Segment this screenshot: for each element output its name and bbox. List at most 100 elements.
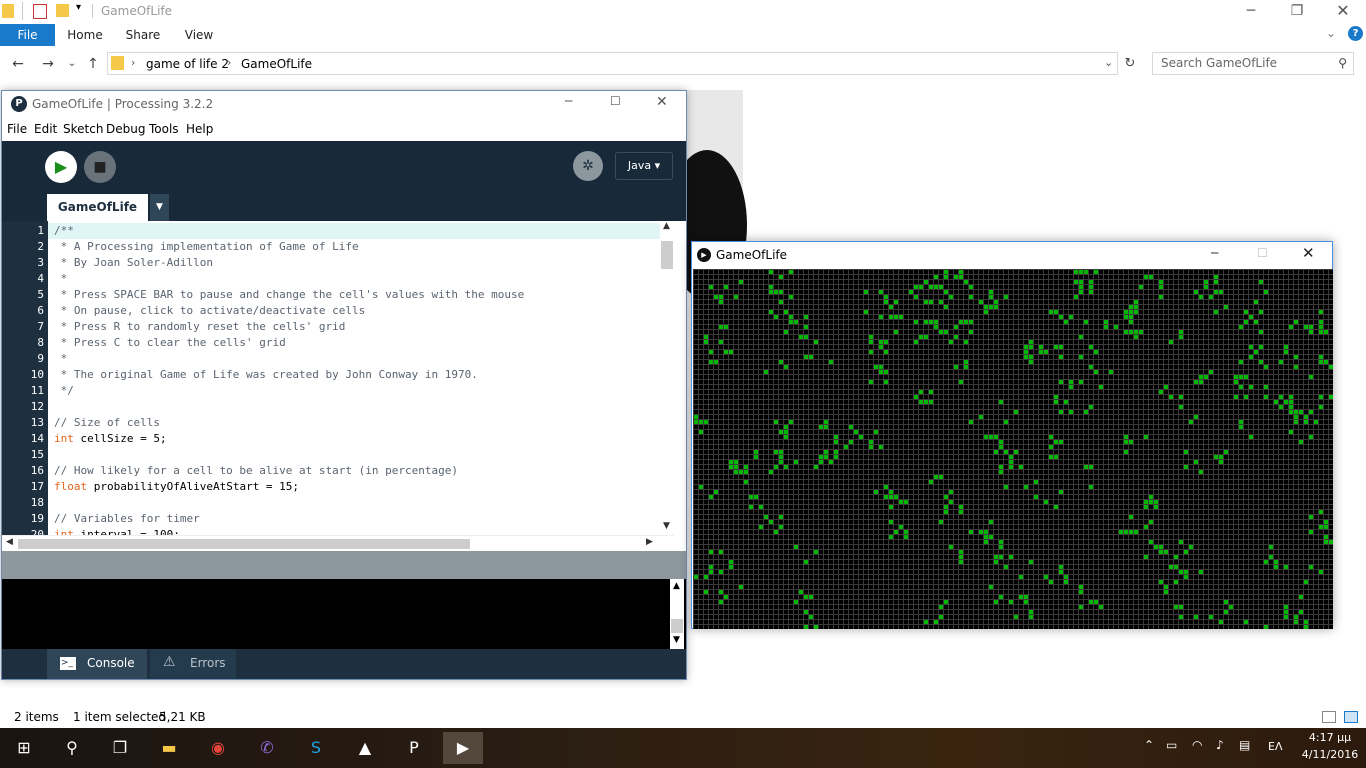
breadcrumb-item[interactable]: game of life 2 — [146, 57, 229, 71]
live-cell[interactable] — [1144, 275, 1148, 279]
live-cell[interactable] — [994, 600, 998, 604]
live-cell[interactable] — [1069, 380, 1073, 384]
live-cell[interactable] — [1319, 405, 1323, 409]
details-view-icon[interactable] — [1322, 711, 1336, 723]
live-cell[interactable] — [1279, 395, 1283, 399]
live-cell[interactable] — [1304, 325, 1308, 329]
live-cell[interactable] — [1074, 270, 1078, 274]
live-cell[interactable] — [1259, 330, 1263, 334]
live-cell[interactable] — [1294, 365, 1298, 369]
live-cell[interactable] — [1289, 400, 1293, 404]
horizontal-scrollbar[interactable]: ◀ ▶ — [2, 535, 674, 551]
live-cell[interactable] — [834, 450, 838, 454]
address-dropdown-icon[interactable]: ⌄ — [1104, 56, 1113, 69]
skype-icon[interactable]: S — [296, 732, 336, 764]
live-cell[interactable] — [1044, 575, 1048, 579]
live-cell[interactable] — [744, 480, 748, 484]
live-cell[interactable] — [719, 295, 723, 299]
live-cell[interactable] — [1049, 310, 1053, 314]
minimize-button[interactable]: ─ — [1211, 246, 1218, 260]
live-cell[interactable] — [1249, 435, 1253, 439]
live-cell[interactable] — [1099, 385, 1103, 389]
live-cell[interactable] — [959, 555, 963, 559]
live-cell[interactable] — [1154, 500, 1158, 504]
live-cell[interactable] — [1204, 375, 1208, 379]
live-cell[interactable] — [954, 365, 958, 369]
live-cell[interactable] — [869, 440, 873, 444]
live-cell[interactable] — [819, 455, 823, 459]
live-cell[interactable] — [1204, 280, 1208, 284]
photos-icon[interactable]: ▲ — [345, 732, 385, 764]
live-cell[interactable] — [1284, 605, 1288, 609]
live-cell[interactable] — [914, 340, 918, 344]
live-cell[interactable] — [1234, 375, 1238, 379]
live-cell[interactable] — [1319, 310, 1323, 314]
live-cell[interactable] — [874, 430, 878, 434]
menu-help[interactable]: Help — [186, 122, 213, 136]
live-cell[interactable] — [1004, 295, 1008, 299]
vertical-scroll-thumb[interactable] — [661, 241, 673, 269]
maximize-button[interactable]: ☐ — [610, 94, 621, 108]
scroll-up-icon[interactable]: ▲ — [663, 221, 670, 231]
live-cell[interactable] — [1124, 330, 1128, 334]
live-cell[interactable] — [844, 445, 848, 449]
live-cell[interactable] — [924, 300, 928, 304]
live-cell[interactable] — [779, 430, 783, 434]
live-cell[interactable] — [889, 535, 893, 539]
live-cell[interactable] — [1149, 500, 1153, 504]
live-cell[interactable] — [784, 365, 788, 369]
live-cell[interactable] — [804, 560, 808, 564]
live-cell[interactable] — [1114, 325, 1118, 329]
live-cell[interactable] — [1199, 295, 1203, 299]
live-cell[interactable] — [884, 295, 888, 299]
live-cell[interactable] — [1174, 555, 1178, 559]
live-cell[interactable] — [1144, 555, 1148, 559]
live-cell[interactable] — [1274, 400, 1278, 404]
live-cell[interactable] — [934, 320, 938, 324]
live-cell[interactable] — [1079, 335, 1083, 339]
live-cell[interactable] — [964, 340, 968, 344]
live-cell[interactable] — [894, 315, 898, 319]
live-cell[interactable] — [1014, 410, 1018, 414]
live-cell[interactable] — [944, 600, 948, 604]
live-cell[interactable] — [939, 520, 943, 524]
live-cell[interactable] — [1214, 290, 1218, 294]
stop-button[interactable]: ■ — [84, 151, 116, 183]
live-cell[interactable] — [1064, 580, 1068, 584]
live-cell[interactable] — [994, 305, 998, 309]
live-cell[interactable] — [984, 435, 988, 439]
live-cell[interactable] — [719, 570, 723, 574]
live-cell[interactable] — [1029, 560, 1033, 564]
live-cell[interactable] — [934, 325, 938, 329]
live-cell[interactable] — [879, 445, 883, 449]
live-cell[interactable] — [879, 290, 883, 294]
live-cell[interactable] — [959, 560, 963, 564]
live-cell[interactable] — [824, 455, 828, 459]
live-cell[interactable] — [1284, 345, 1288, 349]
live-cell[interactable] — [1029, 610, 1033, 614]
live-cell[interactable] — [989, 305, 993, 309]
live-cell[interactable] — [1079, 280, 1083, 284]
live-cell[interactable] — [1059, 570, 1063, 574]
live-cell[interactable] — [984, 540, 988, 544]
live-cell[interactable] — [1219, 620, 1223, 624]
live-cell[interactable] — [784, 430, 788, 434]
live-cell[interactable] — [1249, 355, 1253, 359]
live-cell[interactable] — [929, 300, 933, 304]
live-cell[interactable] — [884, 370, 888, 374]
live-cell[interactable] — [1024, 355, 1028, 359]
live-cell[interactable] — [954, 325, 958, 329]
live-cell[interactable] — [794, 600, 798, 604]
live-cell[interactable] — [984, 305, 988, 309]
live-cell[interactable] — [1324, 360, 1328, 364]
live-cell[interactable] — [939, 285, 943, 289]
live-cell[interactable] — [734, 470, 738, 474]
live-cell[interactable] — [709, 550, 713, 554]
vertical-scrollbar[interactable]: ▲ ▼ — [660, 221, 674, 535]
search-icon[interactable]: ⚲ — [1338, 53, 1347, 74]
live-cell[interactable] — [1319, 360, 1323, 364]
scroll-down-icon[interactable]: ▼ — [673, 635, 680, 645]
live-cell[interactable] — [999, 445, 1003, 449]
live-cell[interactable] — [819, 460, 823, 464]
live-cell[interactable] — [944, 290, 948, 294]
